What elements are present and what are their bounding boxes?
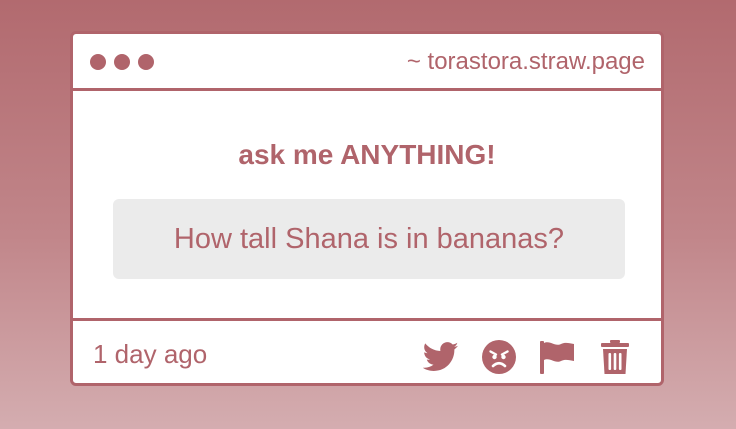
share-twitter-button[interactable] bbox=[423, 340, 459, 374]
trash-icon bbox=[601, 340, 629, 374]
delete-button[interactable] bbox=[597, 340, 633, 374]
page-url[interactable]: ~ torastora.straw.page bbox=[407, 48, 645, 76]
angry-face-icon bbox=[482, 340, 516, 374]
twitter-icon bbox=[423, 342, 459, 371]
card-footer: 1 day ago bbox=[73, 318, 661, 383]
flag-icon bbox=[540, 341, 574, 374]
question-text: How tall Shana is in bananas? bbox=[173, 222, 565, 255]
question-card: ~ torastora.straw.page ask me ANYTHING! … bbox=[70, 31, 664, 386]
window-titlebar: ~ torastora.straw.page bbox=[73, 34, 661, 91]
timestamp: 1 day ago bbox=[93, 339, 208, 369]
page-title: ask me ANYTHING! bbox=[238, 139, 496, 170]
action-bar bbox=[423, 340, 633, 374]
react-button[interactable] bbox=[481, 340, 517, 374]
card-body: ask me ANYTHING! How tall Shana is in ba… bbox=[73, 91, 661, 320]
window-dot bbox=[114, 54, 130, 70]
window-dot bbox=[138, 54, 154, 70]
question-box: How tall Shana is in bananas? bbox=[113, 199, 625, 279]
report-button[interactable] bbox=[539, 340, 575, 374]
window-dot bbox=[90, 54, 106, 70]
window-dots bbox=[90, 54, 154, 70]
